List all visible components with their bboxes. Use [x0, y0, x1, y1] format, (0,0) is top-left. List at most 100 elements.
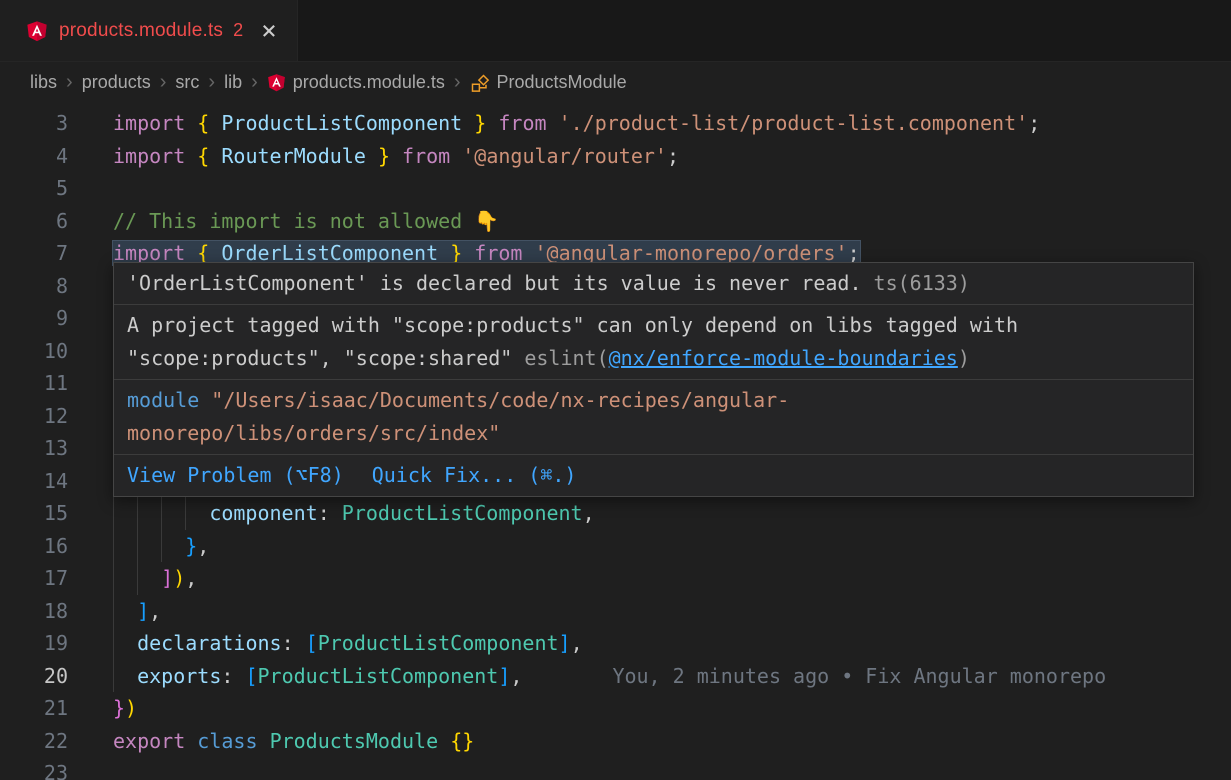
code-token: : [221, 664, 233, 688]
code-content: }) [90, 692, 137, 725]
indent-guide [113, 497, 137, 530]
code-token: {} [450, 729, 474, 753]
code-token [209, 111, 221, 135]
breadcrumb-item-libs[interactable]: libs [30, 72, 57, 93]
indent-guide [185, 497, 209, 530]
ts-diagnostic-source: ts(6133) [874, 271, 970, 295]
angular-icon [26, 20, 48, 42]
indent-guide [113, 595, 137, 628]
code-token [185, 111, 197, 135]
indent-guide [137, 562, 161, 595]
code-token: ; [667, 144, 679, 168]
code-token [185, 144, 197, 168]
code-content [90, 400, 113, 433]
tab-products-module[interactable]: products.module.ts 2 × [0, 0, 298, 61]
breadcrumb-item-file[interactable]: products.module.ts [293, 72, 445, 93]
code-token: , [510, 664, 522, 688]
breadcrumb-item-products[interactable]: products [82, 72, 151, 93]
line-number: 6 [0, 205, 90, 238]
code-token: ProductListComponent [258, 664, 499, 688]
eslint-message-line1: A project tagged with "scope:products" c… [127, 309, 1180, 342]
code-token [209, 144, 221, 168]
breadcrumb-item-symbol[interactable]: ProductsModule [497, 72, 627, 93]
editor: 3import { ProductListComponent } from '.… [0, 103, 1231, 780]
line-number: 7 [0, 237, 90, 270]
code-token: RouterModule [221, 144, 366, 168]
code-content [90, 335, 113, 368]
code-token: ; [1028, 111, 1040, 135]
git-blame-annotation: You, 2 minutes ago • Fix Angular monorep… [612, 664, 1106, 688]
code-line[interactable]: 17]), [0, 562, 1231, 595]
code-line[interactable]: 16}, [0, 530, 1231, 563]
code-content [90, 465, 113, 498]
code-token: : [282, 631, 294, 655]
code-token: , [185, 566, 197, 590]
tab-bar: products.module.ts 2 × [0, 0, 1231, 62]
line-number: 18 [0, 595, 90, 628]
code-line[interactable]: 22export class ProductsModule {} [0, 725, 1231, 758]
breadcrumb-item-src[interactable]: src [175, 72, 199, 93]
code-token: import [113, 144, 185, 168]
code-token [233, 664, 245, 688]
code-token: ] [137, 599, 149, 623]
indent-guide [113, 660, 137, 693]
code-line[interactable]: 21}) [0, 692, 1231, 725]
code-token: , [149, 599, 161, 623]
code-line[interactable]: 5 [0, 172, 1231, 205]
code-token: ) [125, 696, 137, 720]
code-token [390, 144, 402, 168]
line-number: 22 [0, 725, 90, 758]
code-content [90, 432, 113, 465]
code-line[interactable]: 19declarations: [ProductListComponent], [0, 627, 1231, 660]
close-icon[interactable]: × [261, 18, 277, 44]
code-token: ] [498, 664, 510, 688]
line-number: 17 [0, 562, 90, 595]
code-token: ProductListComponent [342, 501, 583, 525]
code-line[interactable]: 20exports: [ProductListComponent],You, 2… [0, 660, 1231, 693]
code-token: , [197, 534, 209, 558]
line-number: 13 [0, 432, 90, 465]
code-line[interactable]: 4import { RouterModule } from '@angular/… [0, 140, 1231, 173]
code-token: component [209, 501, 317, 525]
code-token: declarations [137, 631, 282, 655]
hover-status-bar: View Problem (⌥F8) Quick Fix... (⌘.) [114, 455, 1193, 496]
code-line[interactable]: 6// This import is not allowed 👇 [0, 205, 1231, 238]
code-content: component: ProductListComponent, [90, 497, 595, 530]
code-token: : [318, 501, 330, 525]
code-token: , [583, 501, 595, 525]
chevron-right-icon: › [454, 72, 461, 94]
hover-eslint-diagnostic: A project tagged with "scope:products" c… [114, 305, 1193, 380]
code-token: ) [173, 566, 185, 590]
module-keyword: module [127, 388, 199, 412]
code-line[interactable]: 15component: ProductListComponent, [0, 497, 1231, 530]
code-line[interactable]: 3import { ProductListComponent } from '.… [0, 107, 1231, 140]
chevron-right-icon: › [208, 72, 215, 94]
line-number: 5 [0, 172, 90, 205]
eslint-rule-link[interactable]: @nx/enforce-module-boundaries [609, 346, 958, 370]
eslint-source-suffix: ) [958, 346, 970, 370]
problem-count-badge: 2 [233, 20, 243, 41]
breadcrumb: libs › products › src › lib › products.m… [0, 62, 1231, 103]
code-content: }, [90, 530, 209, 563]
code-line[interactable]: 23 [0, 757, 1231, 780]
code-token: } [378, 144, 390, 168]
code-token: } [474, 111, 486, 135]
quick-fix-button[interactable]: Quick Fix... (⌘.) [372, 459, 577, 492]
hover-widget: 'OrderListComponent' is declared but its… [113, 262, 1194, 497]
indent-guide [137, 530, 161, 563]
vscode-window: products.module.ts 2 × libs › products ›… [0, 0, 1231, 780]
line-number: 4 [0, 140, 90, 173]
code-line[interactable]: 18], [0, 595, 1231, 628]
view-problem-button[interactable]: View Problem (⌥F8) [127, 459, 344, 492]
code-token [366, 144, 378, 168]
line-number: 9 [0, 302, 90, 335]
code-content [90, 172, 113, 205]
code-token: from [498, 111, 546, 135]
line-number: 23 [0, 757, 90, 780]
code-content: export class ProductsModule {} [90, 725, 474, 758]
code-token [330, 501, 342, 525]
code-token [258, 729, 270, 753]
breadcrumb-item-lib[interactable]: lib [224, 72, 242, 93]
line-number: 15 [0, 497, 90, 530]
code-token [294, 631, 306, 655]
